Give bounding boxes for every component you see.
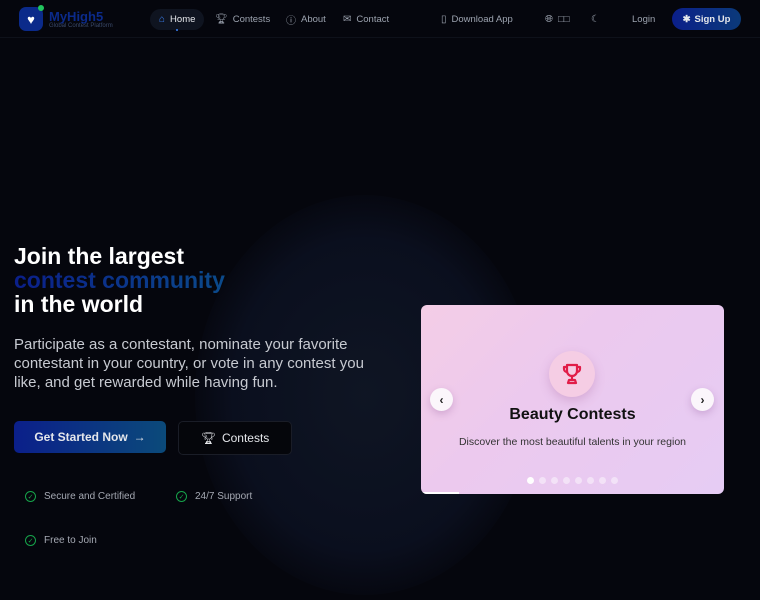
hero-title: Join the largest contest community in th…	[14, 244, 225, 316]
trophy-icon: 🏆︎	[215, 14, 228, 25]
phone-icon: ▯	[441, 14, 447, 25]
slide-progress	[421, 492, 459, 494]
feature-label: Secure and Certified	[44, 491, 136, 502]
language-selector[interactable]: 🌐︎ □□	[536, 9, 578, 30]
nav-contact[interactable]: ✉ Contact	[334, 9, 398, 30]
info-icon: ⓘ	[286, 16, 296, 27]
download-label: Download App	[451, 14, 513, 25]
feature-label: 24/7 Support	[195, 491, 253, 502]
chevron-right-icon: ›	[700, 392, 705, 407]
theme-toggle[interactable]: ☾	[582, 9, 609, 30]
title-line-1: Join the largest	[14, 243, 184, 269]
nav-home[interactable]: ⌂ Home	[150, 9, 205, 30]
sparkle-icon: ✱	[682, 13, 691, 25]
carousel-dot[interactable]	[611, 477, 618, 484]
chevron-left-icon: ‹	[439, 392, 444, 407]
feature-support: ✓ 24/7 Support	[176, 491, 252, 502]
brand-name[interactable]: MyHigh5	[49, 9, 103, 24]
brand-tagline: Global Contest Platform	[49, 23, 113, 29]
title-line-3: in the world	[14, 291, 144, 317]
carousel-dot[interactable]	[575, 477, 582, 484]
mail-icon: ✉	[343, 14, 352, 25]
title-highlight: contest community	[14, 267, 225, 293]
feature-free: ✓ Free to Join	[25, 535, 97, 546]
nav-about[interactable]: ⓘ About	[277, 9, 335, 30]
online-dot	[38, 5, 44, 11]
globe-icon: 🌐︎	[545, 14, 553, 25]
carousel-title: Beauty Contests	[509, 406, 636, 423]
trophy-icon: 🏆︎	[200, 431, 216, 445]
carousel-subtitle: Discover the most beautiful talents in y…	[458, 436, 687, 448]
check-circle-icon: ✓	[25, 535, 36, 546]
feature-label: Free to Join	[44, 535, 97, 546]
carousel-dot[interactable]	[599, 477, 606, 484]
carousel-dot[interactable]	[539, 477, 546, 484]
download-app-button[interactable]: ▯ Download App	[432, 9, 522, 30]
trophy-icon	[549, 351, 595, 397]
check-circle-icon: ✓	[25, 491, 36, 502]
carousel-dot[interactable]	[551, 477, 558, 484]
nav-contests[interactable]: 🏆︎ Contests	[206, 9, 279, 30]
carousel-dot[interactable]	[563, 477, 570, 484]
nav-label: Contests	[232, 14, 271, 25]
home-icon: ⌂	[159, 14, 166, 25]
carousel-dots	[527, 477, 618, 484]
contests-label: Contests	[221, 431, 270, 445]
signup-button[interactable]: ✱ Sign Up	[672, 8, 741, 30]
arrow-right-icon: →	[133, 430, 146, 444]
contest-carousel: ‹ › Beauty Contests Discover the most be…	[421, 305, 724, 494]
top-navbar: ♥ MyHigh5 Global Contest Platform ⌂ Home …	[0, 0, 760, 38]
get-started-button[interactable]: Get Started Now →	[14, 421, 166, 453]
active-indicator	[176, 29, 178, 31]
moon-icon: ☾	[591, 14, 600, 25]
login-link[interactable]: Login	[623, 9, 664, 30]
feature-secure: ✓ Secure and Certified	[25, 491, 135, 502]
language-label: □□	[558, 14, 570, 25]
contests-button[interactable]: 🏆︎ Contests	[178, 421, 292, 455]
nav-label: Home	[170, 14, 196, 25]
check-circle-icon: ✓	[176, 491, 187, 502]
hero-description: Participate as a contestant, nominate yo…	[14, 336, 364, 391]
nav-label: About	[301, 14, 326, 25]
carousel-dot[interactable]	[587, 477, 594, 484]
login-label: Login	[632, 14, 656, 25]
get-started-label: Get Started Now	[34, 430, 128, 444]
carousel-dot[interactable]	[527, 477, 534, 484]
signup-label: Sign Up	[694, 13, 731, 25]
nav-label: Contact	[356, 14, 390, 25]
